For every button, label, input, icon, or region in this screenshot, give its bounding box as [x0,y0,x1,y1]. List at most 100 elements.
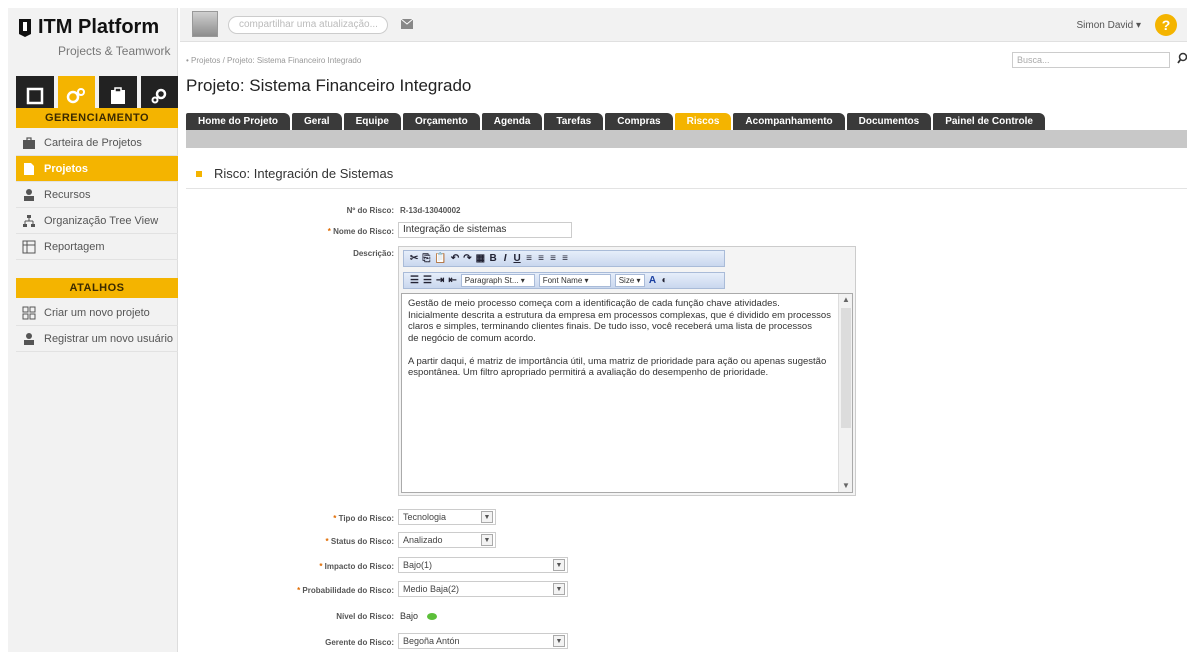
sidebar-item-projects[interactable]: Projetos [16,156,178,182]
description-paragraph [408,344,832,356]
description-paragraph: A partir daqui, é matriz de importância … [408,355,827,379]
risk-status-label-text: Status do Risco: [330,537,394,546]
help-icon[interactable]: ? [1155,14,1177,36]
tab-budget[interactable]: Orçamento [402,113,480,130]
breadcrumb[interactable]: • Projetos / Projeto: Sistema Financeiro… [186,56,361,65]
risk-status-select[interactable]: Analizado ▼ [398,532,496,548]
outdent-icon[interactable]: ⇤ [448,275,456,286]
cut-icon[interactable]: ✂ [410,253,418,264]
risk-type-select[interactable]: Tecnologia ▼ [398,509,496,525]
send-icon[interactable] [400,18,414,30]
search-input[interactable]: Busca... [1012,52,1170,68]
highlight-icon[interactable]: ◐ [661,275,669,286]
risk-name-label: * Nome do Risco: [328,227,394,236]
tab-schedule[interactable]: Agenda [481,113,543,130]
org-chart-icon [22,214,36,228]
tab-team[interactable]: Equipe [343,113,401,130]
tab-purchases[interactable]: Compras [605,113,673,130]
shortcut-new-user[interactable]: Registrar um novo usuário [16,326,178,352]
table-icon[interactable]: ▦ [476,253,485,264]
bullet-list-icon[interactable]: ☰ [423,275,432,286]
ordered-list-icon[interactable]: ☰ [410,275,419,286]
divider [186,188,1187,189]
sidebar: ITM Platform Projects & Teamwork GERENCI… [8,8,178,652]
risk-impact-label-text: Impacto do Risco: [324,562,394,571]
risk-impact-label: * Impacto do Risco: [319,562,394,571]
editor-scrollbar[interactable]: ▲ ▼ [838,294,852,492]
user-menu[interactable]: Simon David ▾ [1077,20,1142,31]
briefcase-icon [22,136,36,150]
risk-type-label: * Tipo do Risco: [333,514,394,523]
font-name-dropdown[interactable]: Font Name ▾ [538,274,611,287]
align-right-icon[interactable]: ≡ [549,253,557,264]
bold-icon[interactable]: B [489,253,497,264]
chevron-down-icon[interactable]: ▼ [553,635,565,647]
sidebar-item-reports[interactable]: Reportagem [16,234,178,260]
tab-documents[interactable]: Documentos [846,113,932,130]
redo-icon[interactable]: ↷ [463,253,471,264]
risk-level-indicator-icon [427,613,437,620]
tab-home[interactable]: Home do Projeto [186,113,291,130]
align-left-icon[interactable]: ≡ [525,253,533,264]
underline-icon[interactable]: U [513,253,521,264]
align-center-icon[interactable]: ≡ [537,253,545,264]
clipboard-icon [110,87,125,104]
font-size-dropdown[interactable]: Size ▾ [614,274,645,287]
indent-icon[interactable]: ⇥ [436,275,444,286]
tab-dashboard[interactable]: Painel de Controle [933,113,1045,130]
text-color-icon[interactable]: A [649,275,657,286]
chevron-down-icon[interactable]: ▼ [553,559,565,571]
logo[interactable]: ITM Platform [18,16,159,39]
font-name-value: Font Name [542,276,583,285]
chevron-up-icon[interactable]: ▲ [839,294,853,306]
risk-number-label: Nº do Risco: [346,206,394,215]
description-paragraph: Gestão de meio processo começa com a ide… [408,298,831,332]
scroll-thumb[interactable] [841,308,851,428]
risk-type-value: Tecnologia [403,512,447,522]
sidebar-item-org-tree[interactable]: Organização Tree View [16,208,178,234]
person-icon [22,188,36,202]
copy-icon[interactable]: ⎘ [422,253,430,264]
page-title: Projeto: Sistema Financeiro Integrado [186,76,472,95]
risk-number-value: R-13d-13040002 [400,206,461,215]
risk-probability-label: * Probabilidade do Risco: [297,586,394,595]
risk-name-input[interactable]: Integração de sistemas [398,222,572,238]
risk-manager-select[interactable]: Begoña Antón ▼ [398,633,568,649]
search-icon[interactable] [1177,52,1187,66]
itm-logo-icon [18,18,32,38]
project-tabs: Home do Projeto Geral Equipe Orçamento A… [186,113,1047,130]
description-textarea[interactable]: Gestão de meio processo começa com a ide… [401,293,853,493]
share-update-input[interactable]: compartilhar uma atualização... [228,16,388,34]
tab-strip [186,130,1187,148]
risk-manager-value: Begoña Antón [403,636,460,646]
top-bar: compartilhar uma atualização... Simon Da… [180,8,1187,42]
paragraph-style-value: Paragraph St... [464,276,519,285]
chevron-down-icon[interactable]: ▼ [553,583,565,595]
tab-risks[interactable]: Riscos [674,113,732,130]
justify-icon[interactable]: ≡ [561,253,569,264]
sidebar-item-portfolio[interactable]: Carteira de Projetos [16,130,178,156]
sidebar-item-label: Projetos [44,162,89,175]
risk-probability-select[interactable]: Medio Baja(2) ▼ [398,581,568,597]
avatar[interactable] [192,11,218,37]
bullet-icon [196,170,202,177]
tab-general[interactable]: Geral [292,113,342,130]
risk-impact-select[interactable]: Bajo(1) ▼ [398,557,568,573]
italic-icon[interactable]: I [501,253,509,264]
tab-tasks[interactable]: Tarefas [544,113,604,130]
editor-toolbar-2: ☰ ☰ ⇥ ⇤ Paragraph St... ▾ Font Name ▾ Si… [403,272,725,289]
chevron-down-icon[interactable]: ▼ [481,534,493,546]
editor-toolbar-1: ✂ ⎘ 📋 ↶ ↷ ▦ B I U ≡ ≡ ≡ ≡ [403,250,725,267]
shortcut-new-project[interactable]: Criar um novo projeto [16,300,178,326]
chevron-down-icon[interactable]: ▼ [481,511,493,523]
undo-icon[interactable]: ↶ [451,253,459,264]
section-management: GERENCIAMENTO [16,108,178,128]
tab-tracking[interactable]: Acompanhamento [733,113,845,130]
risk-manager-label: Gerente do Risco: [325,638,394,647]
shortcut-label: Registrar um novo usuário [44,332,174,345]
chevron-down-icon[interactable]: ▼ [839,480,853,492]
paste-icon[interactable]: 📋 [434,253,446,264]
sidebar-item-resources[interactable]: Recursos [16,182,178,208]
risk-level-value: Bajo [400,611,419,621]
paragraph-style-dropdown[interactable]: Paragraph St... ▾ [460,274,535,287]
